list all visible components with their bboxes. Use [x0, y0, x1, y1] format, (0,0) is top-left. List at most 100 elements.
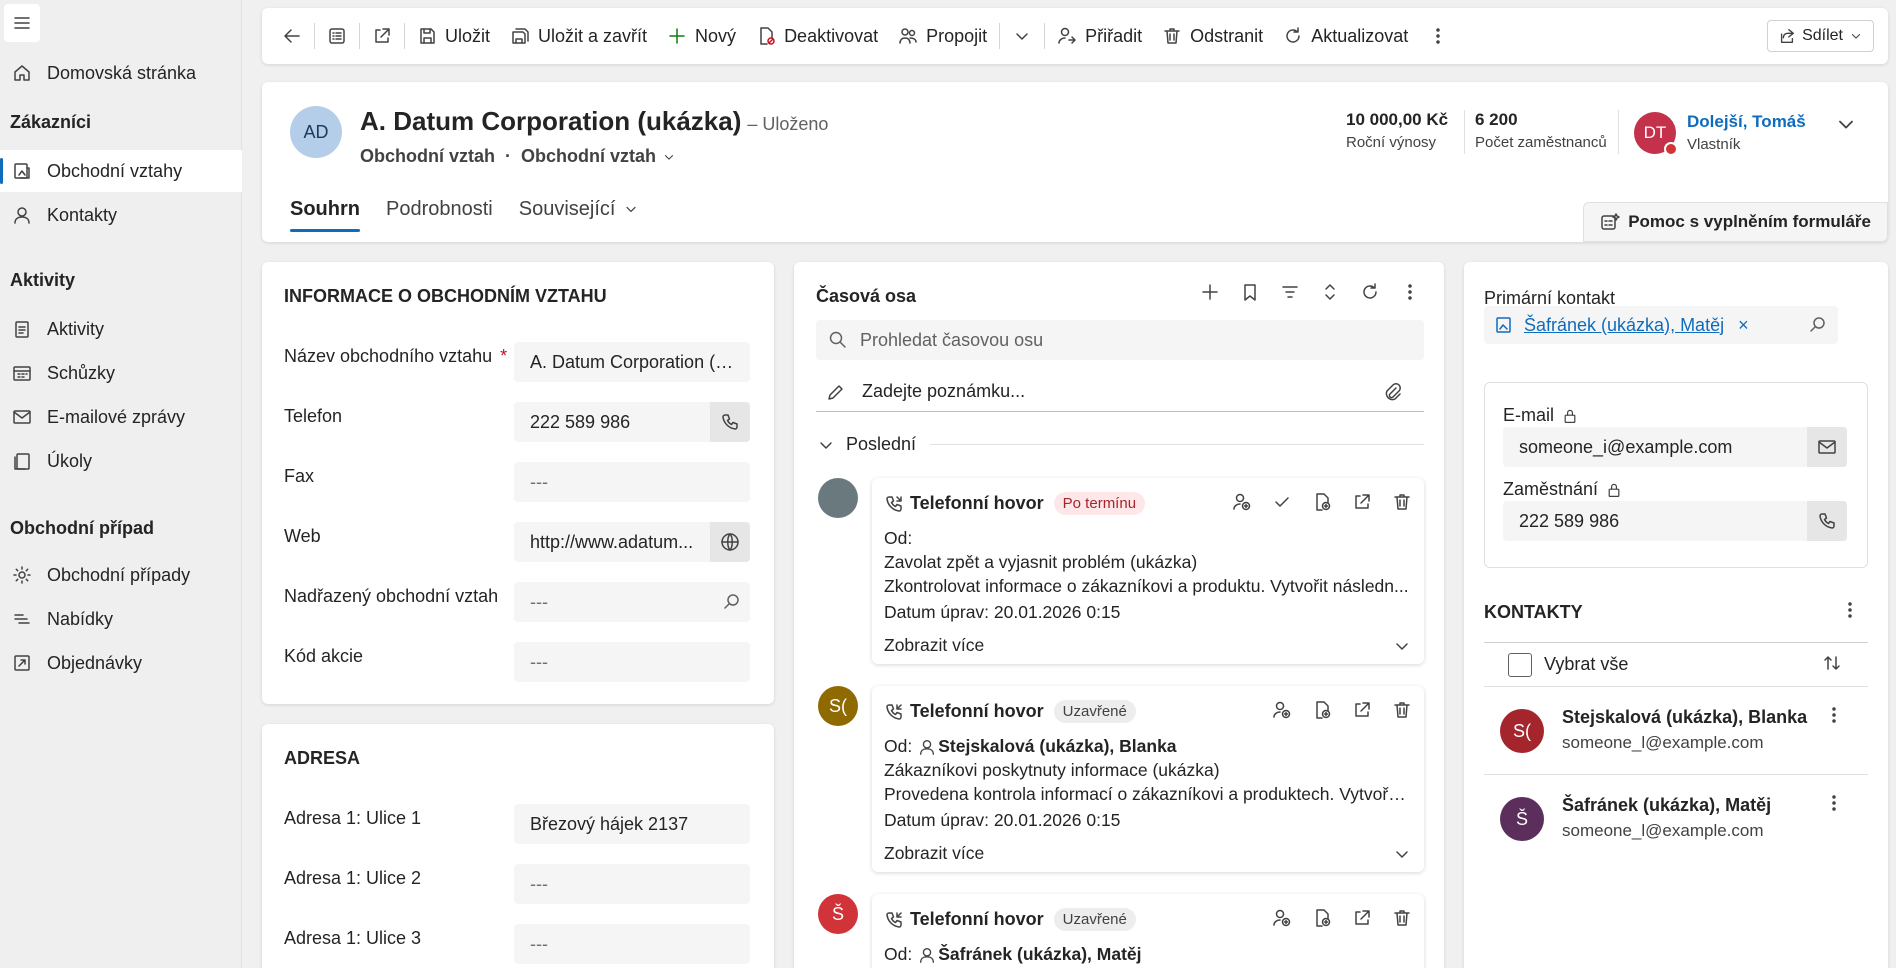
connect-menu-button[interactable]: [1002, 16, 1042, 56]
street3-field[interactable]: ---: [514, 924, 750, 964]
add-to-queue-icon[interactable]: [1312, 492, 1332, 512]
tab-summary[interactable]: Souhrn: [290, 186, 360, 232]
from-contact-link[interactable]: Šafránek (ukázka), Matěj: [938, 944, 1141, 965]
show-more-button[interactable]: Zobrazit více: [884, 635, 1412, 656]
bookmark-icon[interactable]: [1240, 282, 1260, 302]
tab-details[interactable]: Podrobnosti: [386, 186, 493, 232]
chevron-down-icon: [1016, 33, 1028, 40]
back-button[interactable]: [272, 16, 312, 56]
sort-icon[interactable]: [1822, 653, 1842, 673]
open-in-new-icon[interactable]: [1352, 492, 1372, 512]
contact-row[interactable]: Š Šafránek (ukázka), Matěj someone_l@exa…: [1484, 774, 1868, 862]
form-fill-assist-button[interactable]: Pomoc s vyplněním formuláře: [1583, 202, 1888, 242]
nav-emails[interactable]: E-mailové zprávy: [0, 396, 242, 438]
activity-from: Od: Šafránek (ukázka), Matěj: [884, 944, 1142, 965]
delete-button[interactable]: Odstranit: [1152, 16, 1273, 56]
form-selector[interactable]: Obchodní vztah: [521, 146, 676, 167]
remove-primary-contact-button[interactable]: ×: [1738, 315, 1749, 336]
save-button[interactable]: Uložit: [407, 16, 500, 56]
refresh-icon[interactable]: [1360, 282, 1380, 302]
send-email-button[interactable]: [1807, 427, 1847, 467]
trash-icon[interactable]: [1392, 700, 1412, 720]
nav-tasks[interactable]: Úkoly: [0, 440, 242, 482]
owner-link[interactable]: Dolejší, Tomáš: [1687, 112, 1806, 132]
sidebar: Domovská stránka Zákazníci Obchodní vzta…: [0, 0, 242, 968]
call-button[interactable]: [710, 402, 750, 442]
primary-contact-link[interactable]: Šafránek (ukázka), Matěj: [1524, 315, 1724, 336]
website-field[interactable]: http://www.adatum...: [514, 522, 750, 562]
trash-icon[interactable]: [1392, 908, 1412, 928]
open-website-button[interactable]: [710, 522, 750, 562]
add-to-queue-icon[interactable]: [1312, 700, 1332, 720]
header-expand-button[interactable]: [1834, 112, 1858, 136]
add-icon[interactable]: [1200, 282, 1220, 302]
assign-icon[interactable]: [1272, 700, 1292, 720]
open-new-window-button[interactable]: [362, 16, 402, 56]
refresh-button[interactable]: Aktualizovat: [1273, 16, 1418, 56]
timeline-item[interactable]: Telefonní hovor Po termínu Od: Zavolat z…: [872, 478, 1424, 664]
search-icon[interactable]: [1808, 315, 1828, 335]
open-in-new-icon[interactable]: [1352, 908, 1372, 928]
nav-orders[interactable]: Objednávky: [0, 642, 242, 684]
more-vertical-icon: [1436, 28, 1440, 44]
from-label: Od:: [884, 528, 913, 548]
more-vertical-icon[interactable]: [1400, 282, 1420, 302]
nav-appointments[interactable]: Schůzky: [0, 352, 242, 394]
nav-cases[interactable]: Obchodní případy: [0, 554, 242, 596]
phone-field[interactable]: 222 589 986: [514, 402, 750, 442]
street2-field[interactable]: ---: [514, 864, 750, 904]
email-field[interactable]: someone_i@example.com: [1503, 427, 1847, 467]
assign-icon[interactable]: [1232, 492, 1252, 512]
chevron-down-icon: [664, 154, 674, 160]
account-name-field[interactable]: A. Datum Corporation (u...: [514, 342, 750, 382]
contact-row[interactable]: S( Stejskalová (ukázka), Blanka someone_…: [1484, 686, 1868, 774]
deactivate-button[interactable]: Deaktivovat: [746, 16, 888, 56]
note-input[interactable]: Zadejte poznámku...: [816, 372, 1424, 412]
more-commands-button[interactable]: [1418, 16, 1458, 56]
fax-field[interactable]: ---: [514, 462, 750, 502]
from-label: Od:: [884, 736, 913, 756]
timeline-item[interactable]: Telefonní hovor Uzavřené Od: Šafránek (u…: [872, 894, 1424, 968]
nav-contacts[interactable]: Kontakty: [0, 194, 242, 236]
add-to-queue-icon[interactable]: [1312, 908, 1332, 928]
kpi-revenue-label: Roční výnosy: [1346, 134, 1437, 151]
subgrid-more-button[interactable]: [1840, 600, 1860, 620]
nav-activities[interactable]: Aktivity: [0, 308, 242, 350]
trash-icon[interactable]: [1392, 492, 1412, 512]
nav-home[interactable]: Domovská stránka: [0, 52, 242, 94]
assign-button[interactable]: Přiřadit: [1047, 16, 1152, 56]
call-button[interactable]: [1807, 501, 1847, 541]
nav-quotes[interactable]: Nabídky: [0, 598, 242, 640]
show-more-button[interactable]: Zobrazit více: [884, 843, 1412, 864]
kpi-employees: 6 200 Počet zaměstnanců: [1475, 110, 1607, 151]
stock-code-field[interactable]: ---: [514, 642, 750, 682]
contact-name[interactable]: Šafránek (ukázka), Matěj: [1562, 795, 1771, 816]
new-button[interactable]: Nový: [657, 16, 746, 56]
street2-value: ---: [530, 873, 548, 894]
street1-field[interactable]: Březový hájek 2137: [514, 804, 750, 844]
timeline-item[interactable]: Telefonní hovor Uzavřené Od: Stejskalová…: [872, 686, 1424, 872]
filter-icon[interactable]: [1280, 282, 1300, 302]
timeline-search-input[interactable]: Prohledat časovou osu: [816, 320, 1424, 360]
from-contact-link[interactable]: Stejskalová (ukázka), Blanka: [938, 736, 1176, 757]
timeline-group-header[interactable]: Poslední: [816, 434, 1424, 455]
primary-contact-lookup[interactable]: Šafránek (ukázka), Matěj ×: [1484, 306, 1838, 344]
contact-name[interactable]: Stejskalová (ukázka), Blanka: [1562, 707, 1807, 728]
menu-button[interactable]: [4, 4, 40, 42]
open-in-new-icon[interactable]: [1352, 700, 1372, 720]
share-button[interactable]: Sdílet: [1767, 20, 1874, 52]
job-phone-field[interactable]: 222 589 986: [1503, 501, 1847, 541]
assign-icon[interactable]: [1272, 908, 1292, 928]
select-all-checkbox[interactable]: [1508, 652, 1532, 677]
tab-related[interactable]: Související: [519, 186, 640, 232]
parent-account-lookup[interactable]: ---: [514, 582, 750, 622]
expand-collapse-icon[interactable]: [1320, 282, 1340, 302]
check-icon[interactable]: [1272, 492, 1292, 512]
row-more-button[interactable]: [1824, 793, 1844, 813]
save-close-button[interactable]: Uložit a zavřít: [500, 16, 657, 56]
nav-accounts[interactable]: Obchodní vztahy: [0, 150, 242, 192]
connect-button[interactable]: Propojit: [888, 16, 997, 56]
form-view-button[interactable]: [317, 16, 357, 56]
attach-icon[interactable]: [1382, 382, 1402, 402]
row-more-button[interactable]: [1824, 705, 1844, 725]
